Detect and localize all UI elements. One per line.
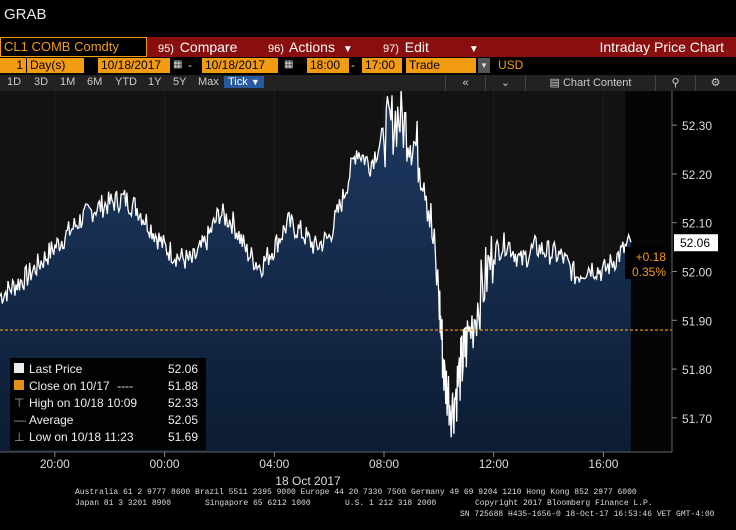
change-percent: 0.35% — [632, 265, 666, 279]
end-calendar-icon[interactable]: ▦ — [284, 59, 294, 71]
y-tick-label: 51.80 — [682, 363, 712, 377]
edit-label: Edit — [404, 39, 429, 55]
range-1m[interactable]: 1M — [60, 76, 75, 88]
legend-label: Low on 10/18 11:23 — [29, 430, 134, 444]
actions-chevron-down-icon: ▼ — [342, 44, 353, 55]
command-bar: CL1 COMB Comdty 95) Compare 96) Actions … — [0, 37, 736, 57]
range-toolbar: 1D 3D 1M 6M YTD 1Y 5Y Max Tick ▼ « ⌄ ▤ C… — [0, 75, 736, 91]
date-separator: - — [188, 58, 192, 72]
event-dropdown-icon[interactable]: ▼ — [478, 58, 490, 73]
end-date-field[interactable]: 10/18/2017 — [202, 58, 278, 73]
tick-label: Tick — [228, 76, 248, 88]
legend-value: 52.33 — [168, 396, 199, 410]
x-tick-label: 08:00 — [369, 457, 399, 471]
edit-chevron-down-icon: ▼ — [468, 44, 479, 55]
compare-menu[interactable]: 95) Compare — [158, 39, 237, 55]
period-count-field[interactable]: 1 — [0, 58, 26, 73]
range-6m[interactable]: 6M — [87, 76, 102, 88]
actions-menu[interactable]: 96) Actions ▼ — [268, 39, 353, 55]
end-time-field[interactable]: 17:00 — [362, 58, 402, 73]
range-5y[interactable]: 5Y — [173, 76, 186, 88]
footer-singapore: Singapore 65 6212 1000 — [205, 499, 311, 508]
x-tick-label: 20:00 — [40, 457, 70, 471]
x-tick-label: 16:00 — [588, 457, 618, 471]
legend-swatch-orange — [14, 380, 24, 390]
high-marker-icon: ⊤ — [14, 396, 25, 410]
last-price-tag-value: 52.06 — [680, 236, 710, 250]
footer-us: U.S. 1 212 318 2000 — [345, 499, 437, 508]
controls-bar: 1 Day(s) 10/18/2017 ▦ - 10/18/2017 ▦ 18:… — [0, 57, 736, 75]
actions-number: 96) — [268, 43, 284, 55]
chart-content-icon: ▤ — [549, 77, 560, 89]
legend-close[interactable]: Close on 10/17 ---- 51.88 — [14, 379, 198, 393]
legend-value: 51.69 — [168, 430, 199, 444]
tick-chevron-down-icon: ▼ — [250, 77, 260, 87]
y-tick-label: 52.10 — [682, 217, 712, 231]
ticker-field[interactable]: CL1 COMB Comdty — [0, 37, 147, 57]
legend-value: 52.06 — [168, 362, 199, 376]
footer-copyright: Copyright 2017 Bloomberg Finance L.P. — [475, 499, 653, 508]
x-tick-label: 00:00 — [150, 457, 180, 471]
legend-value: 52.05 — [168, 413, 199, 427]
range-1d[interactable]: 1D — [7, 76, 21, 88]
compare-label: Compare — [179, 39, 238, 55]
chart-content-label: Chart Content — [562, 77, 632, 89]
range-ytd[interactable]: YTD — [115, 76, 137, 88]
y-tick-label: 52.20 — [682, 168, 712, 182]
edit-number: 97) — [383, 43, 399, 55]
period-unit-select[interactable]: Day(s) — [27, 58, 84, 73]
footer: Australia 61 2 9777 8600 Brazil 5511 239… — [0, 485, 736, 530]
chart-content-button[interactable]: ▤ Chart Content — [525, 75, 655, 91]
y-tick-label: 52.30 — [682, 119, 712, 133]
legend-swatch-white — [14, 363, 24, 373]
gear-icon[interactable]: ⚙ — [695, 75, 735, 91]
legend-label: High on 10/18 10:09 — [29, 396, 138, 410]
legend-value: 51.88 — [168, 379, 199, 393]
currency-label: USD — [498, 58, 524, 72]
start-date-field[interactable]: 10/18/2017 — [98, 58, 170, 73]
actions-label: Actions — [289, 39, 335, 55]
start-calendar-icon[interactable]: ▦ — [173, 59, 183, 71]
chart-legend: Last Price 52.06 Close on 10/17 ---- 51.… — [10, 358, 206, 450]
x-tick-label: 12:00 — [479, 457, 509, 471]
y-tick-label: 51.90 — [682, 314, 712, 328]
chart-title: Intraday Price Chart — [599, 39, 725, 55]
low-marker-icon: ⊥ — [14, 430, 25, 444]
legend-dashes: ---- — [117, 379, 134, 393]
expand-down-icon[interactable]: ⌄ — [485, 75, 525, 91]
footer-contacts: Australia 61 2 9777 8600 Brazil 5511 239… — [75, 488, 637, 497]
legend-label: Close on 10/17 — [29, 379, 110, 393]
y-tick-label: 51.70 — [682, 412, 712, 426]
compare-number: 95) — [158, 43, 174, 55]
average-marker-icon: — — [14, 413, 26, 427]
legend-low[interactable]: ⊥ Low on 10/18 11:23 51.69 — [14, 430, 198, 444]
legend-average[interactable]: — Average 52.05 — [14, 413, 198, 427]
collapse-left-icon[interactable]: « — [445, 75, 485, 91]
footer-japan: Japan 81 3 3201 8900 — [75, 499, 172, 508]
legend-high[interactable]: ⊤ High on 10/18 10:09 52.33 — [14, 396, 198, 410]
range-1y[interactable]: 1Y — [148, 76, 161, 88]
tick-button[interactable]: Tick ▼ — [224, 76, 264, 88]
price-chart: 52.30 52.20 52.10 52.00 51.90 51.80 51.70 20:0… — [0, 91, 736, 488]
last-price-tag: 52.06 — [674, 234, 718, 252]
window-title: GRAB — [4, 6, 47, 23]
zoom-icon[interactable]: ⚲ — [655, 75, 695, 91]
edit-menu[interactable]: 97) Edit ▼ — [383, 39, 479, 55]
time-separator: - — [351, 58, 355, 72]
y-tick-label: 52.00 — [682, 266, 712, 280]
footer-session: SN 725688 H435-1656-0 18-Oct-17 16:53:46… — [460, 510, 715, 519]
range-3d[interactable]: 3D — [34, 76, 48, 88]
legend-label: Last Price — [29, 362, 83, 376]
legend-label: Average — [29, 413, 74, 427]
legend-last-price[interactable]: Last Price 52.06 — [14, 362, 198, 376]
event-select[interactable]: Trade — [406, 58, 476, 73]
range-max[interactable]: Max — [198, 76, 219, 88]
start-time-field[interactable]: 18:00 — [307, 58, 349, 73]
x-tick-label: 04:00 — [259, 457, 289, 471]
change-value: +0.18 — [636, 250, 667, 264]
window-titlebar: GRAB — [0, 0, 736, 37]
